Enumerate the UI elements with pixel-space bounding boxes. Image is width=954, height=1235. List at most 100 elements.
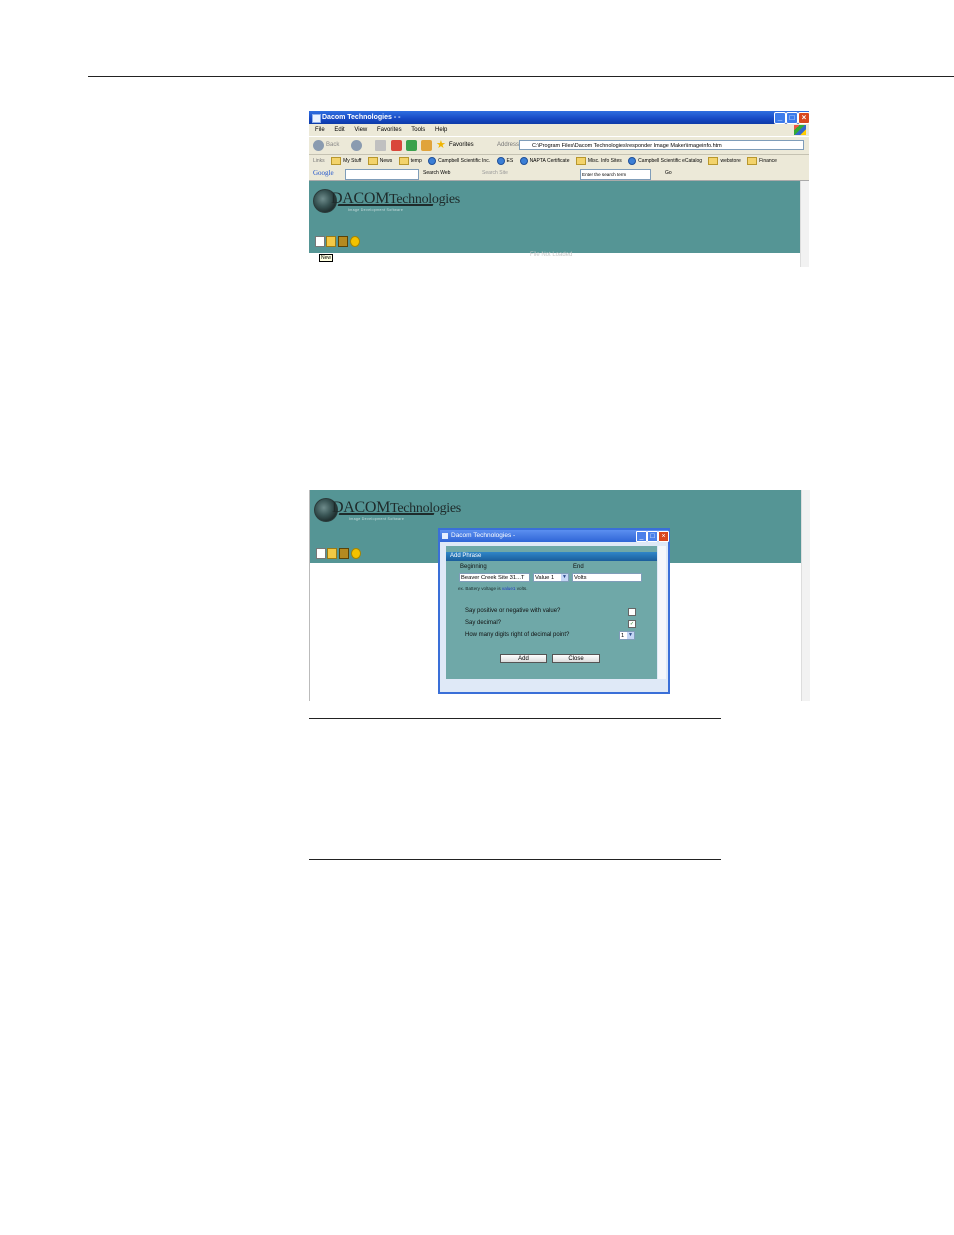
- favorites-star-icon[interactable]: ★: [436, 138, 446, 151]
- add-phrase-screenshot: DACOMTechnologies Image Development Soft…: [309, 490, 810, 701]
- note-bottom-rule: [309, 859, 721, 860]
- folder-icon: [575, 156, 586, 165]
- folder-icon: [398, 156, 409, 165]
- go-button[interactable]: Go: [665, 167, 672, 180]
- say-decimal-checkbox[interactable]: ✓: [628, 620, 636, 628]
- vertical-scrollbar[interactable]: [801, 490, 810, 701]
- forward-arrow-icon[interactable]: [351, 140, 362, 151]
- add-plus-icon[interactable]: [351, 548, 361, 559]
- links-label: Links: [313, 158, 325, 164]
- ie-link-icon: [496, 156, 505, 165]
- end-input[interactable]: Volts: [572, 573, 642, 582]
- menu-help[interactable]: Help: [435, 127, 447, 133]
- link-item[interactable]: NAPTA Certificate: [519, 156, 569, 165]
- say-decimal-label: Say decimal?: [465, 620, 502, 626]
- folder-icon: [367, 156, 378, 165]
- digits-select-text: 1: [621, 633, 625, 639]
- ie-link-icon: [519, 156, 528, 165]
- menu-tools[interactable]: Tools: [411, 127, 425, 133]
- open-folder-icon[interactable]: [326, 236, 336, 247]
- dialog-scrollbar[interactable]: [658, 546, 666, 679]
- close-dialog-button[interactable]: Close: [552, 654, 600, 663]
- browser-screenshot: Dacom Technologies - - _ □ × File Edit V…: [309, 111, 809, 267]
- ie-page-icon: [312, 114, 321, 123]
- link-item[interactable]: My Stuff: [331, 156, 361, 165]
- save-disk-icon[interactable]: [338, 236, 348, 247]
- menu-edit[interactable]: Edit: [334, 127, 344, 133]
- menu-view[interactable]: View: [354, 127, 367, 133]
- menu-bar: File Edit View Favorites Tools Help: [309, 124, 809, 136]
- google-logo: Google: [313, 169, 334, 177]
- file-status: File Not Loaded: [530, 252, 573, 258]
- standard-toolbar: Back ★ Favorites Address C:\Program File…: [309, 136, 809, 155]
- logo-tagline: Image Development Software: [349, 517, 405, 521]
- open-folder-icon[interactable]: [327, 548, 337, 559]
- value-select-text: Value 1: [535, 575, 555, 581]
- end-label: End: [573, 564, 584, 570]
- search-site-button[interactable]: Search Site: [482, 167, 508, 180]
- new-file-icon[interactable]: [316, 548, 326, 559]
- folder-icon: [708, 156, 719, 165]
- google-toolbar: Google Search Web Search Site Enter the …: [309, 167, 809, 181]
- search-term-field[interactable]: Enter the search term: [580, 169, 651, 180]
- beginning-input[interactable]: Beaver Creek Site 31...T: [459, 573, 530, 582]
- google-search-input[interactable]: [345, 169, 419, 180]
- chevron-down-icon[interactable]: ▼: [627, 632, 634, 639]
- print-icon[interactable]: [375, 140, 386, 151]
- links-bar: Links My Stuff News temp Campbell Scient…: [309, 155, 809, 167]
- address-field[interactable]: C:\Program Files\Dacom Technologies\resp…: [519, 140, 804, 150]
- close-button[interactable]: ×: [798, 112, 809, 124]
- home-icon[interactable]: [421, 140, 432, 151]
- page-header-rule: [88, 76, 954, 77]
- value-select[interactable]: Value 1 ▼: [533, 573, 569, 582]
- dialog-maximize-button[interactable]: □: [647, 531, 658, 542]
- logo-swoosh: [338, 513, 435, 515]
- search-web-button[interactable]: Search Web: [423, 167, 450, 180]
- dialog-minimize-button[interactable]: _: [636, 531, 647, 542]
- dialog-close-button[interactable]: ×: [658, 531, 669, 542]
- folder-icon: [747, 156, 758, 165]
- link-item[interactable]: Finance: [747, 156, 777, 165]
- say-sign-checkbox[interactable]: [628, 608, 636, 616]
- ie-link-icon: [628, 156, 637, 165]
- menu-favorites[interactable]: Favorites: [377, 127, 402, 133]
- save-disk-icon[interactable]: [339, 548, 349, 559]
- note-top-rule: [309, 718, 721, 719]
- chevron-down-icon[interactable]: ▼: [561, 574, 568, 581]
- back-arrow-icon[interactable]: [313, 140, 324, 151]
- favorites-label[interactable]: Favorites: [449, 142, 474, 148]
- beginning-label: Beginning: [460, 564, 487, 570]
- dialog-page-icon: [442, 533, 448, 539]
- logo-swoosh: [337, 204, 434, 206]
- link-item[interactable]: Misc. Info Sites: [575, 156, 622, 165]
- menu-file[interactable]: File: [315, 127, 325, 133]
- link-item[interactable]: webstore: [708, 156, 741, 165]
- example-hint: ex. Battery voltage is value1 volts.: [458, 586, 528, 591]
- add-button[interactable]: Add: [500, 654, 547, 663]
- vertical-scrollbar[interactable]: [800, 181, 809, 267]
- new-file-icon[interactable]: [315, 236, 325, 247]
- dialog-body: Add Phrase Beginning End Beaver Creek Si…: [446, 546, 657, 679]
- add-plus-icon[interactable]: [350, 236, 360, 247]
- hint-value: value1: [501, 586, 516, 591]
- link-item[interactable]: News: [367, 156, 392, 165]
- link-item[interactable]: Campbell Scientific eCatalog: [628, 156, 702, 165]
- link-item[interactable]: temp: [398, 156, 422, 165]
- app-banner: DACOMTechnologies Image Development Soft…: [309, 181, 801, 253]
- new-tooltip: New: [319, 254, 334, 262]
- maximize-button[interactable]: □: [786, 112, 798, 124]
- browser-title: Dacom Technologies - -: [322, 114, 401, 121]
- link-item[interactable]: Campbell Scientific Inc.: [428, 156, 490, 165]
- back-label[interactable]: Back: [326, 142, 339, 148]
- link-item[interactable]: ES: [496, 156, 513, 165]
- dialog-title: Dacom Technologies -: [451, 532, 516, 539]
- ie-link-icon: [428, 156, 437, 165]
- digits-select[interactable]: 1 ▼: [619, 631, 635, 640]
- say-sign-label: Say positive or negative with value?: [465, 608, 561, 614]
- add-phrase-header: Add Phrase: [446, 552, 657, 561]
- minimize-button[interactable]: _: [774, 112, 786, 124]
- stop-icon[interactable]: [391, 140, 402, 151]
- browser-title-bar: Dacom Technologies - - _ □ ×: [309, 111, 809, 124]
- add-phrase-dialog: Dacom Technologies - _ □ × Add Phrase Be…: [438, 528, 670, 694]
- refresh-icon[interactable]: [406, 140, 417, 151]
